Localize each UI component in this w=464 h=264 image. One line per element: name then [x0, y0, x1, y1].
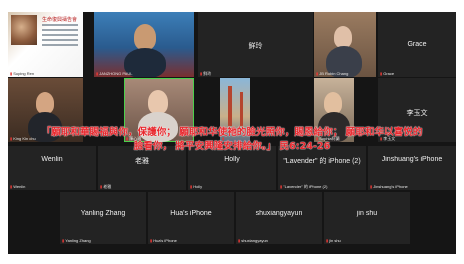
- participant-name-tag: ▮ Jinshuang's iPhone: [370, 184, 408, 189]
- participant-video: [324, 92, 342, 114]
- participant-name: "Lavender" 的 iPhone (2): [283, 158, 361, 165]
- video-tile-golden-gate[interactable]: ▮: [220, 78, 250, 142]
- mic-muted-icon: ▮: [10, 71, 13, 76]
- slide-text-lines: [42, 24, 78, 49]
- slide-title: 生命復興禱告會: [42, 17, 78, 23]
- bridge-tower: [228, 86, 232, 126]
- mic-muted-icon: ▮: [10, 136, 13, 141]
- mic-muted-icon: ▮: [62, 238, 65, 243]
- video-tile-li-yuwen[interactable]: 李玉文 ▮ 李玉文: [378, 78, 456, 142]
- mic-muted-icon: ▮: [316, 71, 319, 76]
- video-tile-janzhong[interactable]: ▮ JANZHONG PAUL: [94, 12, 194, 77]
- participant-video: [148, 90, 168, 114]
- mic-muted-icon: ▮: [126, 136, 129, 141]
- video-tile-wenlin[interactable]: Wenlin ▮ Wenlin: [8, 146, 96, 190]
- participant-name: Hua's iPhone: [170, 210, 212, 217]
- video-tile-sophia[interactable]: ▮ Sophia阿蘭: [314, 78, 354, 142]
- participant-name-tag: ▮ Grace: [380, 71, 395, 76]
- participant-name: 老雅: [135, 158, 149, 165]
- bridge-tower: [240, 92, 243, 126]
- participant-name: shuxiangyayun: [255, 210, 303, 217]
- mic-muted-icon: ▮: [280, 184, 283, 189]
- participant-name-tag: ▮ JB Robin Chang: [316, 71, 349, 76]
- participant-name: 鲜玲: [248, 43, 263, 51]
- participant-name: Grace: [407, 41, 427, 49]
- mic-muted-icon: ▮: [200, 71, 203, 76]
- mic-muted-icon: ▮: [380, 71, 383, 76]
- participant-name-tag: ▮ JANZHONG PAUL: [96, 71, 133, 76]
- participant-name-tag: ▮ Wenlin: [10, 184, 26, 189]
- participant-video: [334, 26, 352, 48]
- slide-photo: [11, 15, 37, 45]
- participant-name: jin shu: [356, 210, 378, 217]
- participant-name-tag: ▮ shuxiangyayun: [238, 238, 268, 243]
- video-tile-lavender[interactable]: "Lavender" 的 iPhone (2) ▮ "Lavender" 的 iP…: [278, 146, 366, 190]
- participant-name-tag: ▮ Holly: [190, 184, 203, 189]
- video-tile-grace[interactable]: Grace ▮ Grace: [378, 12, 456, 77]
- mic-muted-icon: ▮: [222, 136, 225, 141]
- participant-name-tag: ▮ Suping Ren: [10, 71, 35, 76]
- mic-muted-icon: ▮: [326, 238, 329, 243]
- participant-name-tag: ▮ King Kin chu: [10, 136, 36, 141]
- participant-name: Yanling Zhang: [80, 210, 126, 217]
- participant-name: Holly: [224, 156, 240, 163]
- mic-muted-icon: ▮: [190, 184, 193, 189]
- participant-name-tag: ▮ Hua's iPhone: [150, 238, 177, 243]
- participant-video: [134, 24, 156, 50]
- video-tile-jin-shu[interactable]: jin shu ▮ jin shu: [324, 192, 410, 244]
- mic-muted-icon: ▮: [100, 184, 103, 189]
- participant-name: Jinshuang's iPhone: [381, 156, 443, 163]
- video-tile-chen-xinyu[interactable]: ▮ 陳心瑜: [124, 78, 194, 142]
- participant-name: 李玉文: [406, 110, 428, 117]
- video-tile-shuxiangyayun[interactable]: shuxiangyayun ▮ shuxiangyayun: [236, 192, 322, 244]
- video-gallery: 生命復興禱告會 ▮ Suping Ren ▮ JANZHONG PAUL 鲜玲 ▮ 鲜…: [8, 12, 456, 254]
- participant-name-tag: ▮ jin shu: [326, 238, 341, 243]
- video-tile-jinshuang[interactable]: Jinshuang's iPhone ▮ Jinshuang's iPhone: [368, 146, 456, 190]
- participant-name-tag: ▮: [222, 136, 225, 141]
- mic-muted-icon: ▮: [150, 238, 153, 243]
- mic-muted-icon: ▮: [380, 136, 383, 141]
- video-tile-jb-robin-chang[interactable]: ▮ JB Robin Chang: [314, 12, 376, 77]
- participant-video: [36, 92, 54, 114]
- video-tile-suping[interactable]: 生命復興禱告會 ▮ Suping Ren: [8, 12, 83, 77]
- video-tile-yanling-zhang[interactable]: Yanling Zhang ▮ Yanling Zhang: [60, 192, 146, 244]
- video-tile-hua[interactable]: Hua's iPhone ▮ Hua's iPhone: [148, 192, 234, 244]
- mic-muted-icon: ▮: [316, 136, 319, 141]
- participant-name-tag: ▮ Sophia阿蘭: [316, 136, 340, 141]
- participant-name-tag: ▮ 陳心瑜: [126, 136, 142, 141]
- participant-name: Wenlin: [41, 156, 63, 163]
- video-tile-holly[interactable]: Holly ▮ Holly: [188, 146, 276, 190]
- participant-name-tag: ▮ 鲜玲: [200, 71, 212, 76]
- mic-muted-icon: ▮: [370, 184, 373, 189]
- participant-name-tag: ▮ Yanling Zhang: [62, 238, 91, 243]
- participant-name-tag: ▮ 李玉文: [380, 136, 396, 141]
- mic-muted-icon: ▮: [238, 238, 241, 243]
- video-tile-xian-ling[interactable]: 鲜玲 ▮ 鲜玲: [198, 12, 313, 77]
- video-tile-laoya[interactable]: 老雅 ▮ 老雅: [98, 146, 186, 190]
- mic-muted-icon: ▮: [96, 71, 99, 76]
- participant-name-tag: ▮ 老雅: [100, 184, 112, 189]
- video-tile-king-kin-chu[interactable]: ▮ King Kin chu: [8, 78, 83, 142]
- participant-name-tag: ▮ "Lavender" 的 iPhone (2): [280, 184, 328, 189]
- mic-muted-icon: ▮: [10, 184, 13, 189]
